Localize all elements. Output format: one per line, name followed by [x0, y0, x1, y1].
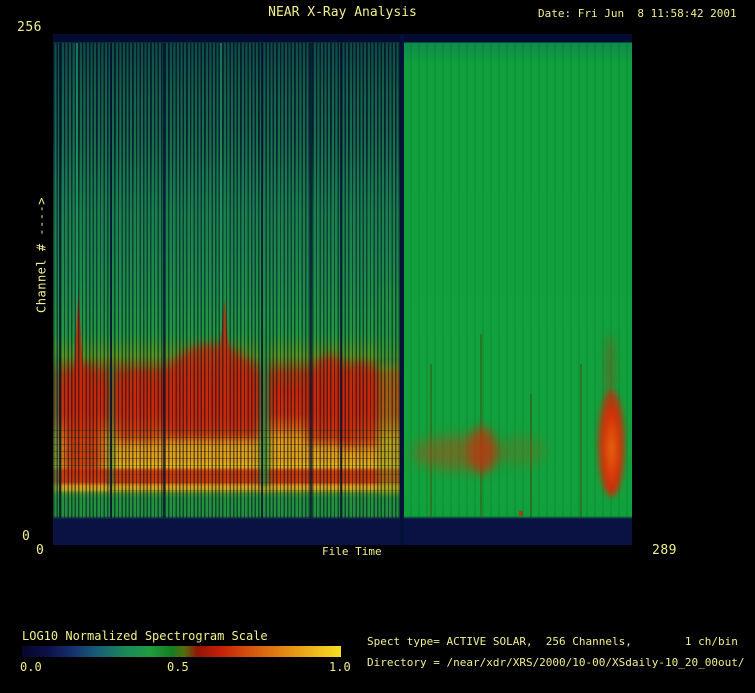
colorbar-tick-max: 1.0	[329, 661, 351, 674]
colorbar-title: LOG10 Normalized Spectrogram Scale	[22, 630, 268, 643]
x-axis-min-label: 0	[36, 544, 44, 558]
spectrogram-plot[interactable]	[53, 34, 632, 545]
column-boundary-line	[261, 43, 263, 518]
column-boundary-line	[310, 43, 312, 518]
column-boundary-line	[163, 43, 165, 518]
stripe-texture-top-overlay	[53, 43, 402, 208]
red-smear-faint	[500, 436, 545, 466]
right-dark-line	[580, 364, 582, 518]
y-axis-title: Channel # ---->	[35, 197, 48, 313]
date-label: Date: Fri Jun 8 11:58:42 2001	[538, 8, 737, 20]
column-boundary-line	[110, 43, 112, 518]
x-axis-max-label: 289	[652, 544, 677, 558]
colorbar	[22, 646, 341, 657]
directory-info: Directory = /near/xdr/XRS/2000/10-00/XSd…	[367, 657, 745, 669]
spect-type-info: Spect type= ACTIVE SOLAR, 256 Channels, …	[367, 636, 738, 648]
colorbar-tick-mid: 0.5	[167, 661, 189, 674]
red-dot	[519, 511, 523, 516]
y-axis-max-label: 256	[17, 21, 42, 35]
red-blob	[598, 390, 625, 497]
colorbar-tick-min: 0.0	[20, 661, 42, 674]
x-axis-title: File Time	[322, 546, 382, 558]
y-axis-min-label: 0	[22, 530, 30, 544]
column-boundary-line	[340, 43, 342, 518]
column-boundary-line	[59, 43, 61, 518]
red-smear-core	[468, 426, 496, 474]
near-xray-analysis-window: NEAR X-Ray Analysis Date: Fri Jun 8 11:5…	[0, 0, 755, 693]
